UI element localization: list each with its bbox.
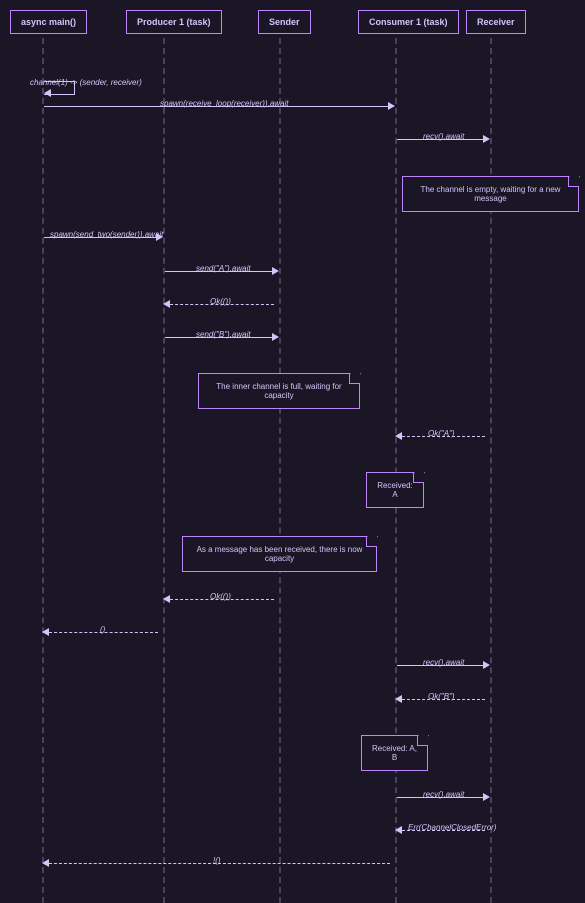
note-channel-full-text: The inner channel is full, waiting for c… <box>216 382 341 400</box>
lifeline-producer <box>163 38 165 903</box>
participant-main: async main() <box>10 10 87 34</box>
msg-err-closed: Err(ChannelClosedError) <box>408 823 496 832</box>
note-channel-empty: The channel is empty, waiting for a new … <box>402 176 579 212</box>
participant-producer: Producer 1 (task) <box>126 10 222 34</box>
arrow-head-ret-unit <box>42 628 49 636</box>
msg-spawn-producer: spawn(send_two(sender)).await <box>50 230 163 239</box>
note-received-ab: Received: A, B <box>361 735 428 771</box>
arrow-head-send-a <box>272 267 279 275</box>
msg-ret-unit: () <box>100 625 105 634</box>
note-capacity-text: As a message has been received, there is… <box>197 545 363 563</box>
msg-send-a: send("A").await <box>196 264 251 273</box>
msg-recv1: recv().await <box>423 132 464 141</box>
note-received-ab-text: Received: A, B <box>372 744 417 762</box>
msg-ok-unit2: Ok(()) <box>210 592 231 601</box>
msg-ok-unit1: Ok(()) <box>210 297 231 306</box>
lifeline-consumer <box>395 38 397 903</box>
arrow-head-self-channel <box>44 89 51 97</box>
arrow-head-spawn-consumer <box>388 102 395 110</box>
participant-consumer: Consumer 1 (task) <box>358 10 459 34</box>
note-received-a-text: Received: A <box>377 481 413 499</box>
msg-recv2: recv().await <box>423 658 464 667</box>
msg-send-b: send("B").await <box>196 330 251 339</box>
arrow-head-ok-a <box>395 432 402 440</box>
msg-recv3: recv().await <box>423 790 464 799</box>
arrow-head-ret-excl <box>42 859 49 867</box>
msg-ok-a: Ok("A") <box>428 429 455 438</box>
arrow-head-recv2 <box>483 661 490 669</box>
note-capacity: As a message has been received, there is… <box>182 536 377 572</box>
arrow-head-send-b <box>272 333 279 341</box>
msg-spawn-consumer: spawn(receive_loop(receiver)).await <box>160 99 289 108</box>
arrow-head-recv3 <box>483 793 490 801</box>
lifeline-main <box>42 38 44 903</box>
msg-ret-excl: !() <box>213 856 221 865</box>
arrow-head-ok-b <box>395 695 402 703</box>
msg-ok-b: Ok("B") <box>428 692 455 701</box>
note-channel-empty-text: The channel is empty, waiting for a new … <box>421 185 561 203</box>
note-received-a: Received: A <box>366 472 424 508</box>
arrow-head-ok-unit2 <box>163 595 170 603</box>
participant-receiver: Receiver <box>466 10 526 34</box>
arrow-head-err-closed <box>395 826 402 834</box>
lifeline-receiver <box>490 38 492 903</box>
note-channel-full: The inner channel is full, waiting for c… <box>198 373 360 409</box>
lifeline-sender <box>279 38 281 903</box>
arrow-head-recv1 <box>483 135 490 143</box>
arrow-head-ok-unit1 <box>163 300 170 308</box>
participant-sender: Sender <box>258 10 311 34</box>
